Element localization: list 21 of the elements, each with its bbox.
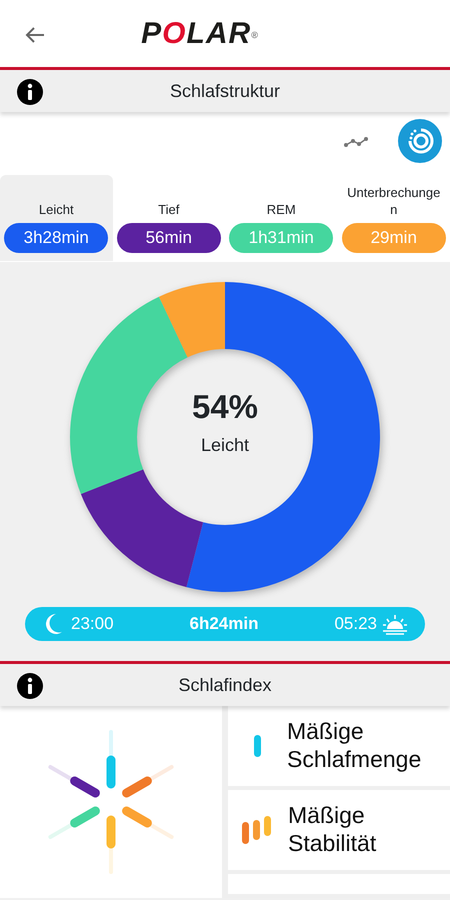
duration-pill: 29min xyxy=(342,223,446,253)
logo: POLAR$^{®}$ xyxy=(141,18,259,48)
section-title: Schlafstruktur xyxy=(170,80,280,102)
wake-time: 05:23 xyxy=(334,613,377,636)
stage-tab[interactable]: Tief 56min xyxy=(112,175,225,261)
stage-tab[interactable]: Unterbrechunge n 29min xyxy=(338,175,450,261)
stage-tab[interactable]: Leicht 3h28min xyxy=(0,175,112,261)
duration-pill: 56min xyxy=(116,223,221,253)
amount-bar-icon xyxy=(254,735,261,757)
stage-tab[interactable]: REM 1h31min xyxy=(225,175,338,261)
info-icon[interactable] xyxy=(16,78,44,106)
sleep-duration: 6h24min xyxy=(190,613,258,636)
sleep-start-time: 23:00 xyxy=(71,613,114,636)
section-title: Schlafindex xyxy=(178,674,272,696)
duration-pill: 1h31min xyxy=(229,223,334,253)
donut-chart-icon[interactable] xyxy=(398,119,442,163)
center-label: Leicht xyxy=(200,434,250,456)
center-value: 54% xyxy=(192,387,258,427)
sunrise-icon xyxy=(380,613,409,635)
info-icon[interactable] xyxy=(16,672,44,700)
duration-pill: 3h28min xyxy=(4,223,108,253)
